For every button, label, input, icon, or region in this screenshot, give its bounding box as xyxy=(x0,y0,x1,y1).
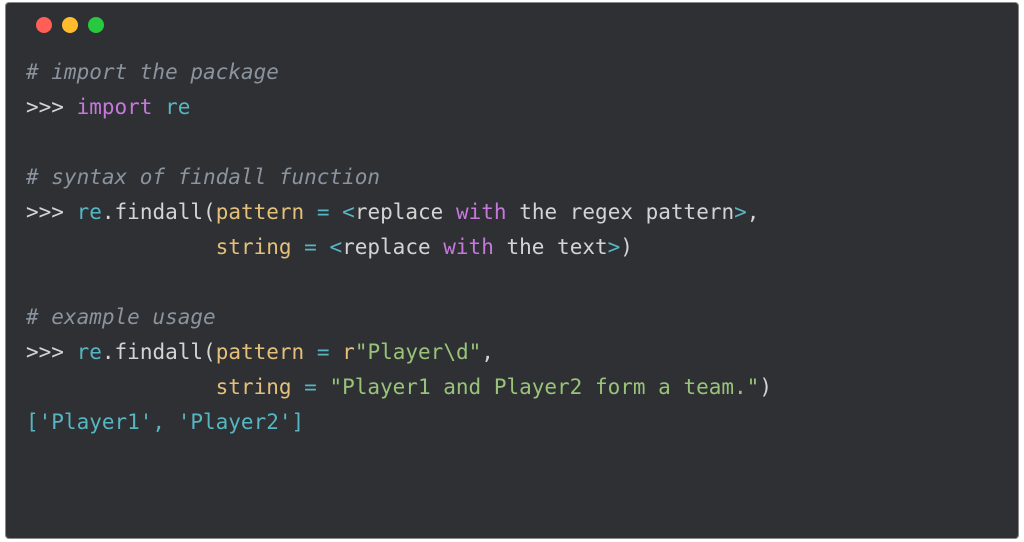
func-name: findall xyxy=(115,200,204,224)
close-icon[interactable] xyxy=(36,17,52,33)
keyword-import: import xyxy=(77,95,153,119)
output-result: ['Player1', 'Player2'] xyxy=(26,410,304,434)
string-literal: "Player1 and Player2 form a team." xyxy=(329,375,759,399)
placeholder-text: replace xyxy=(342,235,443,259)
raw-prefix: r xyxy=(342,340,355,364)
equals-op: = xyxy=(292,235,330,259)
window-titlebar xyxy=(6,3,1018,41)
param-name: pattern xyxy=(216,340,305,364)
paren: ) xyxy=(620,235,633,259)
repl-prompt: >>> xyxy=(26,340,77,364)
paren: ) xyxy=(759,375,772,399)
keyword-with: with xyxy=(443,235,494,259)
repl-prompt: >>> xyxy=(26,95,77,119)
param-name: string xyxy=(216,375,292,399)
comma: , xyxy=(481,340,494,364)
dot-op: . xyxy=(102,200,115,224)
string-literal: "Player\d" xyxy=(355,340,481,364)
equals-op: = xyxy=(304,200,342,224)
indent xyxy=(26,375,216,399)
code-block: # import the package >>> import re # syn… xyxy=(6,41,1018,460)
placeholder-text: the text xyxy=(494,235,608,259)
comment-line: # example usage xyxy=(26,305,216,329)
comment-line: # import the package xyxy=(26,60,279,84)
param-name: string xyxy=(216,235,292,259)
minimize-icon[interactable] xyxy=(62,17,78,33)
repl-prompt: >>> xyxy=(26,200,77,224)
paren: ( xyxy=(203,340,216,364)
module-name: re xyxy=(77,340,102,364)
code-window: # import the package >>> import re # syn… xyxy=(5,2,1019,539)
comment-line: # syntax of findall function xyxy=(26,165,380,189)
func-name: findall xyxy=(115,340,204,364)
angle-bracket: < xyxy=(342,200,355,224)
keyword-with: with xyxy=(456,200,507,224)
equals-op: = xyxy=(304,340,342,364)
paren: ( xyxy=(203,200,216,224)
param-name: pattern xyxy=(216,200,305,224)
angle-bracket: < xyxy=(329,235,342,259)
dot-op: . xyxy=(102,340,115,364)
module-name: re xyxy=(165,95,190,119)
maximize-icon[interactable] xyxy=(88,17,104,33)
placeholder-text: the regex pattern xyxy=(507,200,735,224)
module-name: re xyxy=(77,200,102,224)
comma: , xyxy=(747,200,760,224)
indent xyxy=(26,235,216,259)
angle-bracket: > xyxy=(608,235,621,259)
placeholder-text: replace xyxy=(355,200,456,224)
equals-op: = xyxy=(292,375,330,399)
angle-bracket: > xyxy=(734,200,747,224)
